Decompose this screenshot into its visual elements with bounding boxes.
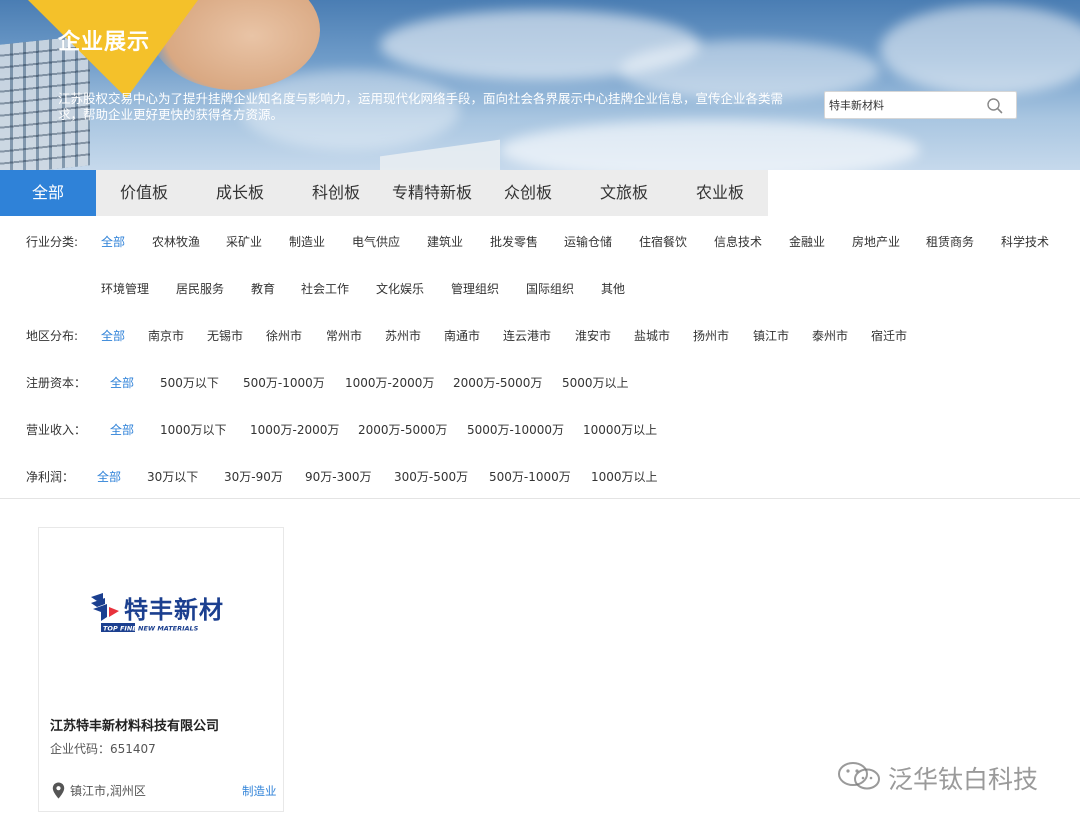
company-industry-link[interactable]: 制造业 xyxy=(242,783,277,799)
location-pin-icon xyxy=(52,782,65,799)
company-location: 镇江市,润州区 xyxy=(70,784,146,798)
filter-option[interactable]: 其他 xyxy=(601,280,625,297)
filter-option[interactable]: 科学技术 xyxy=(1001,233,1049,250)
tab-agriculture-board[interactable]: 农业板 xyxy=(672,170,768,216)
filter-label: 营业收入： xyxy=(26,423,87,437)
tab-innovation-board[interactable]: 科创板 xyxy=(288,170,384,216)
filter-option[interactable]: 居民服务 xyxy=(176,280,224,297)
filter-option[interactable]: 500万-1000万 xyxy=(489,468,571,485)
filter-option[interactable]: 淮安市 xyxy=(575,327,611,344)
search-icon[interactable] xyxy=(985,96,1005,116)
filter-option[interactable]: 500万以下 xyxy=(160,374,219,391)
filter-option[interactable]: 1000万-2000万 xyxy=(250,421,339,438)
filter-label: 注册资本： xyxy=(26,376,87,390)
filter-option[interactable]: 房地产业 xyxy=(852,233,900,250)
filter-option[interactable]: 全部 xyxy=(97,468,121,485)
watermark-text: 泛华钛白科技 xyxy=(888,765,1039,794)
filter-option[interactable]: 苏州市 xyxy=(385,327,421,344)
filter-option[interactable]: 5000万-10000万 xyxy=(467,421,564,438)
filter-option[interactable]: 批发零售 xyxy=(490,233,538,250)
svg-text:特丰新材: 特丰新材 xyxy=(124,596,224,624)
filter-option[interactable]: 2000万-5000万 xyxy=(453,374,542,391)
filter-option[interactable]: 盐城市 xyxy=(634,327,670,344)
filter-option[interactable]: 1000万-2000万 xyxy=(345,374,434,391)
filter-option[interactable]: 5000万以上 xyxy=(562,374,629,391)
section-divider xyxy=(0,498,1080,499)
filter-option[interactable]: 管理组织 xyxy=(451,280,499,297)
filter-option[interactable]: 泰州市 xyxy=(812,327,848,344)
banner-cloud xyxy=(500,120,920,170)
banner: 企业展示 江苏股权交易中心为了提升挂牌企业知名度与影响力，运用现代化网络手段，面… xyxy=(0,0,1080,170)
company-logo: 特丰新材 TOP FINE NEW MATERIALS xyxy=(91,593,224,633)
search-input[interactable] xyxy=(829,95,979,115)
filter-option[interactable]: 电气供应 xyxy=(352,233,400,250)
tab-crowd-board[interactable]: 众创板 xyxy=(480,170,576,216)
filter-option[interactable]: 全部 xyxy=(101,233,125,250)
filter-option[interactable]: 30万以下 xyxy=(147,468,198,485)
filter-option[interactable]: 无锡市 xyxy=(207,327,243,344)
wechat-icon xyxy=(838,762,880,790)
filter-option[interactable]: 30万-90万 xyxy=(224,468,283,485)
filter-option[interactable]: 全部 xyxy=(110,374,134,391)
tab-specialized-board[interactable]: 专精特新板 xyxy=(384,170,480,216)
company-card[interactable]: 特丰新材 TOP FINE NEW MATERIALS 江苏特丰新材料科技有限公… xyxy=(38,527,284,812)
filter-label: 净利润： xyxy=(26,470,75,484)
filter-option[interactable]: 教育 xyxy=(251,280,275,297)
filter-option[interactable]: 徐州市 xyxy=(266,327,302,344)
filter-option[interactable]: 全部 xyxy=(110,421,134,438)
svg-text:NEW MATERIALS: NEW MATERIALS xyxy=(138,625,199,633)
filter-option[interactable]: 金融业 xyxy=(789,233,825,250)
filter-region: 地区分布: 全部 南京市 无锡市 徐州市 常州市 苏州市 南通市 连云港市 淮安… xyxy=(0,325,1080,345)
filter-option[interactable]: 镇江市 xyxy=(753,327,789,344)
filter-net-profit: 净利润： 全部 30万以下 30万-90万 90万-300万 300万-500万… xyxy=(0,466,1080,486)
filter-option[interactable]: 运输仓储 xyxy=(564,233,612,250)
tab-growth-board[interactable]: 成长板 xyxy=(192,170,288,216)
filter-option[interactable]: 南京市 xyxy=(148,327,184,344)
filter-option[interactable]: 500万-1000万 xyxy=(243,374,325,391)
filter-revenue: 营业收入： 全部 1000万以下 1000万-2000万 2000万-5000万… xyxy=(0,419,1080,439)
filter-option[interactable]: 90万-300万 xyxy=(305,468,372,485)
filter-option[interactable]: 环境管理 xyxy=(101,280,149,297)
filter-option[interactable]: 宿迁市 xyxy=(871,327,907,344)
filter-industry: 行业分类: 全部 农林牧渔 采矿业 制造业 电气供应 建筑业 批发零售 运输仓储… xyxy=(0,231,1080,251)
banner-cloud xyxy=(880,5,1080,95)
page-title: 企业展示 xyxy=(58,30,151,55)
filter-option[interactable]: 南通市 xyxy=(444,327,480,344)
filter-option[interactable]: 住宿餐饮 xyxy=(639,233,687,250)
filter-option[interactable]: 租赁商务 xyxy=(926,233,974,250)
filter-option[interactable]: 信息技术 xyxy=(714,233,762,250)
filter-registered-capital: 注册资本： 全部 500万以下 500万-1000万 1000万-2000万 2… xyxy=(0,372,1080,392)
filter-option[interactable]: 连云港市 xyxy=(503,327,551,344)
tab-culture-tourism-board[interactable]: 文旅板 xyxy=(576,170,672,216)
filter-option[interactable]: 国际组织 xyxy=(526,280,574,297)
filter-option[interactable]: 2000万-5000万 xyxy=(358,421,447,438)
board-tabs: 全部 价值板 成长板 科创板 专精特新板 众创板 文旅板 农业板 xyxy=(0,170,768,216)
filter-option[interactable]: 社会工作 xyxy=(301,280,349,297)
filter-label: 行业分类: xyxy=(26,235,79,249)
filter-option[interactable]: 全部 xyxy=(101,327,125,344)
filter-option[interactable]: 建筑业 xyxy=(427,233,463,250)
svg-text:TOP FINE: TOP FINE xyxy=(103,625,137,633)
filter-option[interactable]: 文化娱乐 xyxy=(376,280,424,297)
company-name: 江苏特丰新材料科技有限公司 xyxy=(50,719,220,734)
banner-description: 江苏股权交易中心为了提升挂牌企业知名度与影响力，运用现代化网络手段，面向社会各界… xyxy=(58,91,784,122)
filter-option[interactable]: 1000万以下 xyxy=(160,421,227,438)
tab-all[interactable]: 全部 xyxy=(0,170,96,216)
filter-option[interactable]: 300万-500万 xyxy=(394,468,468,485)
logo-mark-icon xyxy=(91,593,119,621)
filter-option[interactable]: 10000万以上 xyxy=(583,421,657,438)
company-code: 企业代码：651407 xyxy=(50,742,156,756)
filter-option[interactable]: 制造业 xyxy=(289,233,325,250)
tab-value-board[interactable]: 价值板 xyxy=(96,170,192,216)
filter-option[interactable]: 农林牧渔 xyxy=(152,233,200,250)
filter-option[interactable]: 扬州市 xyxy=(693,327,729,344)
filter-option[interactable]: 常州市 xyxy=(326,327,362,344)
search-box xyxy=(824,91,1017,119)
filter-industry-continued: 环境管理 居民服务 教育 社会工作 文化娱乐 管理组织 国际组织 其他 xyxy=(0,278,1080,298)
filter-option[interactable]: 采矿业 xyxy=(226,233,262,250)
filter-option[interactable]: 1000万以上 xyxy=(591,468,658,485)
filter-label: 地区分布: xyxy=(26,329,79,343)
